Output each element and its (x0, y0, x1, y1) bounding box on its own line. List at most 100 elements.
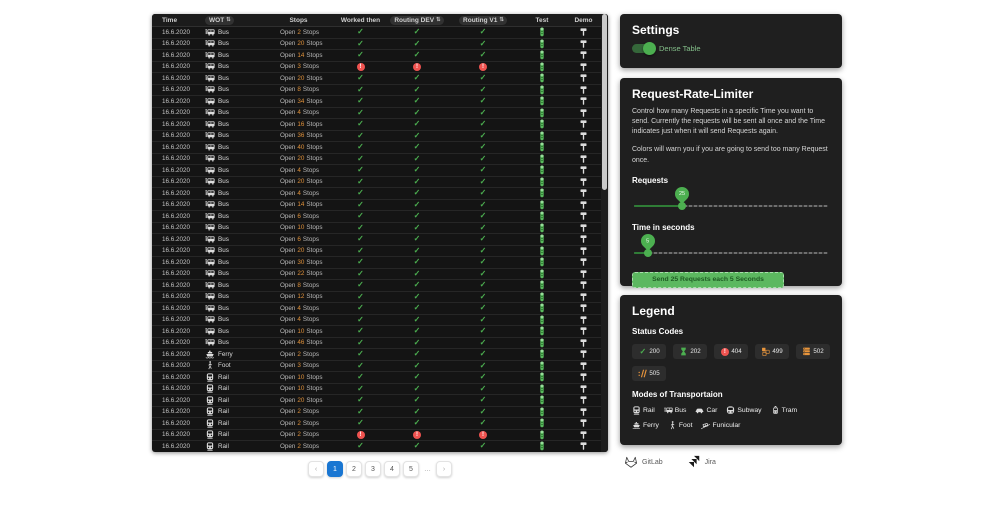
table-row: 16.6.2020 Rail Open 2 Stops ✓ ✓ ✓ (152, 407, 608, 419)
test-vial-icon[interactable] (539, 246, 545, 256)
jira-link[interactable]: Jira (687, 455, 716, 469)
test-vial-icon[interactable] (539, 303, 545, 313)
test-vial-icon[interactable] (539, 85, 545, 95)
test-vial-icon[interactable] (539, 418, 545, 428)
demo-hammer-icon[interactable] (579, 50, 588, 60)
demo-hammer-icon[interactable] (579, 177, 588, 187)
demo-hammer-icon[interactable] (579, 280, 588, 290)
demo-hammer-icon[interactable] (579, 142, 588, 152)
test-vial-icon[interactable] (539, 234, 545, 244)
demo-hammer-icon[interactable] (579, 430, 588, 440)
page-button-5[interactable]: 5 (403, 461, 419, 477)
test-vial-icon[interactable] (539, 96, 545, 106)
demo-hammer-icon[interactable] (579, 119, 588, 129)
check-icon: ✓ (357, 270, 364, 278)
test-vial-icon[interactable] (539, 27, 545, 37)
test-vial-icon[interactable] (539, 211, 545, 221)
sort-button-wot[interactable]: WOT ⇅ (205, 16, 234, 25)
test-vial-icon[interactable] (539, 292, 545, 302)
test-vial-icon[interactable] (539, 154, 545, 164)
time-slider[interactable]: 5 (632, 234, 830, 260)
demo-hammer-icon[interactable] (579, 303, 588, 313)
demo-hammer-icon[interactable] (579, 154, 588, 164)
demo-hammer-icon[interactable] (579, 361, 588, 371)
demo-hammer-icon[interactable] (579, 349, 588, 359)
demo-hammer-icon[interactable] (579, 326, 588, 336)
test-vial-icon[interactable] (539, 326, 545, 336)
demo-hammer-icon[interactable] (579, 200, 588, 210)
page-button-2[interactable]: 2 (346, 461, 362, 477)
page-button-1[interactable]: 1 (327, 461, 343, 477)
demo-hammer-icon[interactable] (579, 108, 588, 118)
test-vial-icon[interactable] (539, 142, 545, 152)
demo-hammer-icon[interactable] (579, 188, 588, 198)
test-vial-icon[interactable] (539, 269, 545, 279)
demo-hammer-icon[interactable] (579, 96, 588, 106)
demo-hammer-icon[interactable] (579, 441, 588, 451)
test-vial-icon[interactable] (539, 108, 545, 118)
test-vial-icon[interactable] (539, 407, 545, 417)
demo-hammer-icon[interactable] (579, 246, 588, 256)
demo-hammer-icon[interactable] (579, 73, 588, 83)
table-scrollbar[interactable] (601, 14, 608, 452)
test-vial-icon[interactable] (539, 395, 545, 405)
test-vial-icon[interactable] (539, 73, 545, 83)
page-button-3[interactable]: 3 (365, 461, 381, 477)
time-slider-thumb[interactable] (644, 249, 652, 257)
demo-hammer-icon[interactable] (579, 211, 588, 221)
demo-hammer-icon[interactable] (579, 165, 588, 175)
demo-hammer-icon[interactable] (579, 315, 588, 325)
test-vial-icon[interactable] (539, 349, 545, 359)
demo-hammer-icon[interactable] (579, 223, 588, 233)
test-vial-icon[interactable] (539, 165, 545, 175)
sort-button-routing-dev[interactable]: Routing DEV ⇅ (390, 16, 443, 25)
demo-hammer-icon[interactable] (579, 269, 588, 279)
test-vial-icon[interactable] (539, 62, 545, 72)
demo-hammer-icon[interactable] (579, 257, 588, 267)
demo-hammer-icon[interactable] (579, 292, 588, 302)
demo-hammer-icon[interactable] (579, 85, 588, 95)
demo-hammer-icon[interactable] (579, 418, 588, 428)
demo-hammer-icon[interactable] (579, 338, 588, 348)
test-vial-icon[interactable] (539, 177, 545, 187)
demo-hammer-icon[interactable] (579, 131, 588, 141)
test-vial-icon[interactable] (539, 384, 545, 394)
sort-button-routing-v1[interactable]: Routing V1 ⇅ (459, 16, 507, 25)
page-button-4[interactable]: 4 (384, 461, 400, 477)
requests-slider[interactable]: 25 (632, 187, 830, 213)
requests-slider-thumb[interactable] (678, 202, 686, 210)
routing-dev-status: ✓ (386, 143, 448, 151)
slider-rail[interactable] (634, 252, 828, 254)
prev-page-button[interactable]: ‹ (308, 461, 324, 477)
next-page-button[interactable]: › (436, 461, 452, 477)
test-vial-icon[interactable] (539, 200, 545, 210)
gitlab-link[interactable]: GitLab (624, 455, 663, 469)
test-vial-icon[interactable] (539, 50, 545, 60)
test-vial-icon[interactable] (539, 280, 545, 290)
test-vial-icon[interactable] (539, 441, 545, 451)
demo-hammer-icon[interactable] (579, 395, 588, 405)
demo-hammer-icon[interactable] (579, 407, 588, 417)
test-vial-icon[interactable] (539, 315, 545, 325)
test-vial-icon[interactable] (539, 119, 545, 129)
send-requests-button[interactable]: Send 25 Requests each 5 Seconds (632, 272, 784, 288)
demo-hammer-icon[interactable] (579, 384, 588, 394)
test-vial-icon[interactable] (539, 361, 545, 371)
demo-hammer-icon[interactable] (579, 372, 588, 382)
demo-hammer-icon[interactable] (579, 39, 588, 49)
scrollbar-thumb[interactable] (602, 14, 607, 190)
check-icon: ✓ (414, 74, 421, 82)
test-vial-icon[interactable] (539, 430, 545, 440)
dense-table-toggle[interactable] (632, 44, 654, 53)
test-vial-icon[interactable] (539, 338, 545, 348)
demo-hammer-icon[interactable] (579, 234, 588, 244)
test-vial-icon[interactable] (539, 372, 545, 382)
test-vial-icon[interactable] (539, 223, 545, 233)
demo-hammer-icon[interactable] (579, 62, 588, 72)
toggle-knob[interactable] (643, 42, 656, 55)
test-vial-icon[interactable] (539, 39, 545, 49)
test-vial-icon[interactable] (539, 257, 545, 267)
demo-hammer-icon[interactable] (579, 27, 588, 37)
test-vial-icon[interactable] (539, 131, 545, 141)
test-vial-icon[interactable] (539, 188, 545, 198)
